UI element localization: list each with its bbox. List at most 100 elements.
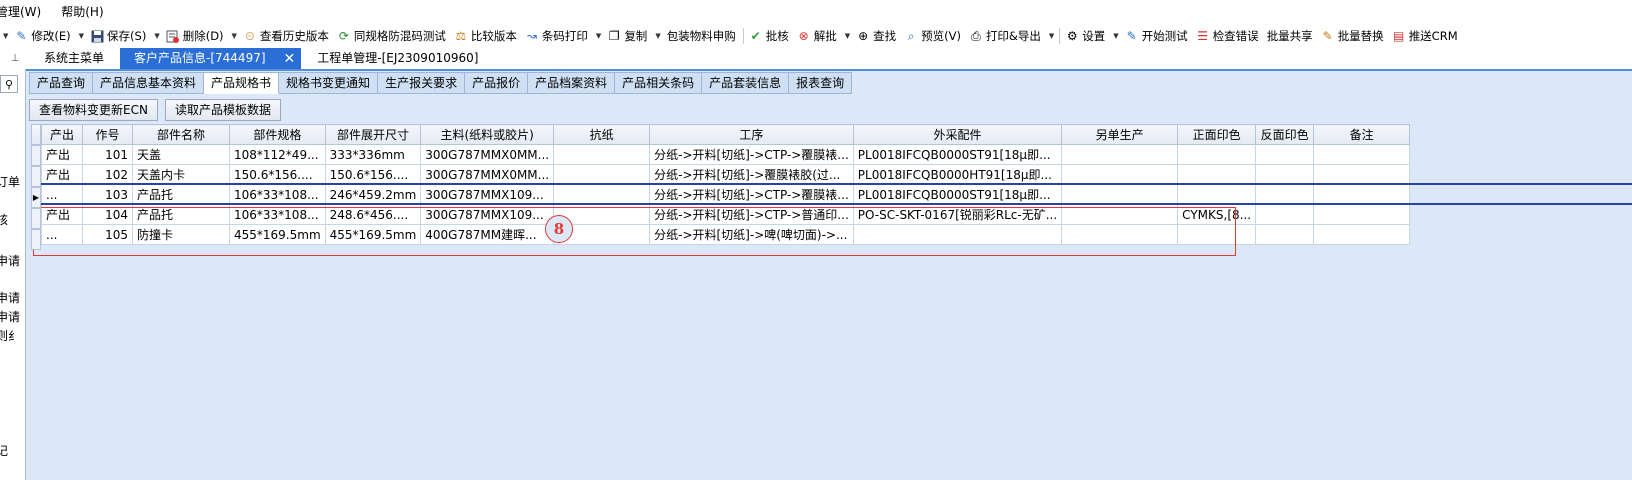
- copy-dropdown-arrow[interactable]: ▼: [652, 32, 663, 40]
- history-button[interactable]: ⏲ 查看历史版本: [240, 25, 334, 47]
- column-header[interactable]: 反面印色: [1255, 124, 1315, 145]
- column-header[interactable]: 外采配件: [852, 124, 1063, 145]
- tab-product-quote[interactable]: 产品报价: [465, 72, 529, 94]
- table-cell[interactable]: 产出: [41, 144, 83, 165]
- table-cell[interactable]: ...: [41, 184, 83, 205]
- save-dropdown-arrow[interactable]: ▼: [151, 32, 162, 40]
- tab-work-order[interactable]: 工程单管理-[EJ2309010960]: [303, 48, 492, 69]
- tab-product-barcode[interactable]: 产品相关条码: [615, 72, 703, 94]
- sidebar-item[interactable]: 申请: [0, 252, 20, 269]
- print-export-button[interactable]: ⎙ 打印&导出: [966, 25, 1046, 47]
- save-button[interactable]: 保存(S): [87, 25, 151, 47]
- tab-customs-requirements[interactable]: 生产报关要求: [378, 72, 466, 94]
- column-header[interactable]: 备注: [1313, 124, 1411, 145]
- column-header[interactable]: 另单生产: [1061, 124, 1179, 145]
- table-cell[interactable]: 300G787MMX0MM...: [420, 164, 555, 185]
- table-cell[interactable]: [1177, 144, 1257, 165]
- table-cell[interactable]: [1313, 184, 1411, 205]
- table-cell[interactable]: 产品托: [132, 184, 230, 205]
- row-indicator[interactable]: [31, 166, 41, 187]
- table-cell[interactable]: [1255, 164, 1315, 185]
- print-export-dropdown-arrow[interactable]: ▼: [1046, 32, 1057, 40]
- start-test-button[interactable]: ✎ 开始测试: [1122, 25, 1193, 47]
- approve-button[interactable]: ✔ 批核: [746, 25, 794, 47]
- row-indicator[interactable]: [31, 145, 41, 166]
- table-cell[interactable]: 分纸->开料[切纸]->CTP->覆膜裱...: [649, 184, 854, 205]
- current-row-indicator-icon[interactable]: ▶: [31, 187, 41, 208]
- column-header[interactable]: 部件规格: [229, 124, 326, 145]
- table-cell[interactable]: 333*336mm: [324, 144, 422, 165]
- table-cell[interactable]: 150.6*156....: [324, 164, 422, 185]
- table-cell[interactable]: 108*112*49...: [229, 144, 326, 165]
- check-errors-button[interactable]: ☰ 检查错误: [1193, 25, 1264, 47]
- sidebar-item[interactable]: 订单: [0, 173, 20, 190]
- table-cell[interactable]: [1313, 144, 1411, 165]
- column-header[interactable]: 正面印色: [1177, 124, 1257, 145]
- table-cell[interactable]: 天盖内卡: [132, 164, 230, 185]
- column-header[interactable]: 抗纸: [553, 124, 651, 145]
- table-cell[interactable]: [1313, 204, 1411, 225]
- table-cell[interactable]: [553, 144, 651, 165]
- sidebar-item[interactable]: 申请: [0, 308, 20, 325]
- table-cell[interactable]: 分纸->开料[切纸]->CTP->覆膜裱...: [649, 144, 854, 165]
- sidebar-item[interactable]: 则纟: [0, 327, 20, 344]
- sidebar-item[interactable]: 记: [0, 442, 8, 459]
- table-cell[interactable]: [1255, 224, 1315, 245]
- table-cell[interactable]: PL0018IFCQB0000ST91[18μ即...: [852, 184, 1063, 205]
- row-indicator[interactable]: [31, 229, 41, 250]
- table-cell[interactable]: [553, 164, 651, 185]
- tab-customer-product[interactable]: 客户产品信息-[744497] ✕: [120, 48, 302, 69]
- pin-icon[interactable]: ⊥: [0, 48, 30, 69]
- column-header[interactable]: 部件名称: [132, 124, 230, 145]
- table-cell[interactable]: 产出: [41, 164, 83, 185]
- menu-manage[interactable]: 管理(W): [0, 0, 51, 24]
- settings-button[interactable]: ⚙ 设置: [1062, 25, 1110, 47]
- table-cell[interactable]: [1313, 164, 1411, 185]
- tab-product-query[interactable]: 产品查询: [29, 72, 94, 94]
- packing-purchase-button[interactable]: 包装物料申购: [664, 25, 741, 47]
- anti-confusion-test-button[interactable]: ⟳ 同规格防混码测试: [334, 25, 451, 47]
- sidebar-item[interactable]: 核: [0, 211, 8, 228]
- table-cell[interactable]: 102: [82, 164, 133, 185]
- push-crm-button[interactable]: ▤ 推送CRM: [1389, 25, 1463, 47]
- table-cell[interactable]: [1313, 224, 1411, 245]
- table-cell[interactable]: 103: [82, 184, 133, 205]
- column-header[interactable]: 作号: [82, 124, 133, 145]
- settings-dropdown-arrow[interactable]: ▼: [1110, 32, 1121, 40]
- column-header[interactable]: 产出: [41, 124, 83, 145]
- barcode-dropdown-arrow[interactable]: ▼: [593, 32, 604, 40]
- unapprove-button[interactable]: ⊗ 解批: [794, 25, 842, 47]
- table-cell[interactable]: [1255, 144, 1315, 165]
- table-cell[interactable]: 300G787MMX0MM...: [420, 144, 555, 165]
- table-cell[interactable]: [1177, 184, 1257, 205]
- table-cell[interactable]: 300G787MMX109...: [420, 184, 555, 205]
- tab-product-archive[interactable]: 产品档案资料: [528, 72, 616, 94]
- preview-button[interactable]: ⌕ 预览(V): [901, 25, 966, 47]
- tab-product-basic-info[interactable]: 产品信息基本资料: [93, 72, 205, 94]
- table-cell[interactable]: 106*33*108...: [229, 184, 326, 205]
- modify-button[interactable]: ✎ 修改(E): [11, 25, 75, 47]
- unapprove-dropdown-arrow[interactable]: ▼: [842, 32, 853, 40]
- table-row[interactable]: 产出 102 天盖内卡 150.6*156.... 150.6*156.... 300G7…: [41, 164, 1411, 185]
- modify-dropdown-arrow[interactable]: ▼: [76, 32, 87, 40]
- table-cell[interactable]: [1061, 144, 1179, 165]
- table-cell[interactable]: [1061, 184, 1179, 205]
- tab-main-menu[interactable]: 系统主菜单: [30, 48, 118, 69]
- close-icon[interactable]: ✕: [284, 52, 296, 66]
- tab-product-set-info[interactable]: 产品套装信息: [702, 72, 790, 94]
- tab-product-spec[interactable]: 产品规格书: [204, 72, 280, 94]
- table-cell[interactable]: PL0018IFCQB0000HT91[18μ即...: [852, 164, 1063, 185]
- toolbar-overflow-arrow[interactable]: ▼: [0, 32, 11, 40]
- sidebar-item[interactable]: 申请: [0, 289, 20, 306]
- table-cell[interactable]: [553, 184, 651, 205]
- table-cell[interactable]: 150.6*156....: [229, 164, 326, 185]
- find-button[interactable]: ⊕ 查找: [853, 25, 901, 47]
- read-template-button[interactable]: 读取产品模板数据: [164, 99, 281, 121]
- table-cell[interactable]: 天盖: [132, 144, 230, 165]
- delete-button[interactable]: 删除(D): [163, 25, 229, 47]
- table-cell[interactable]: [1255, 204, 1315, 225]
- batch-share-button[interactable]: 批量共享: [1264, 25, 1318, 47]
- row-indicator[interactable]: [31, 208, 41, 229]
- column-header[interactable]: 工序: [649, 124, 854, 145]
- copy-button[interactable]: ❐ 复制: [604, 25, 652, 47]
